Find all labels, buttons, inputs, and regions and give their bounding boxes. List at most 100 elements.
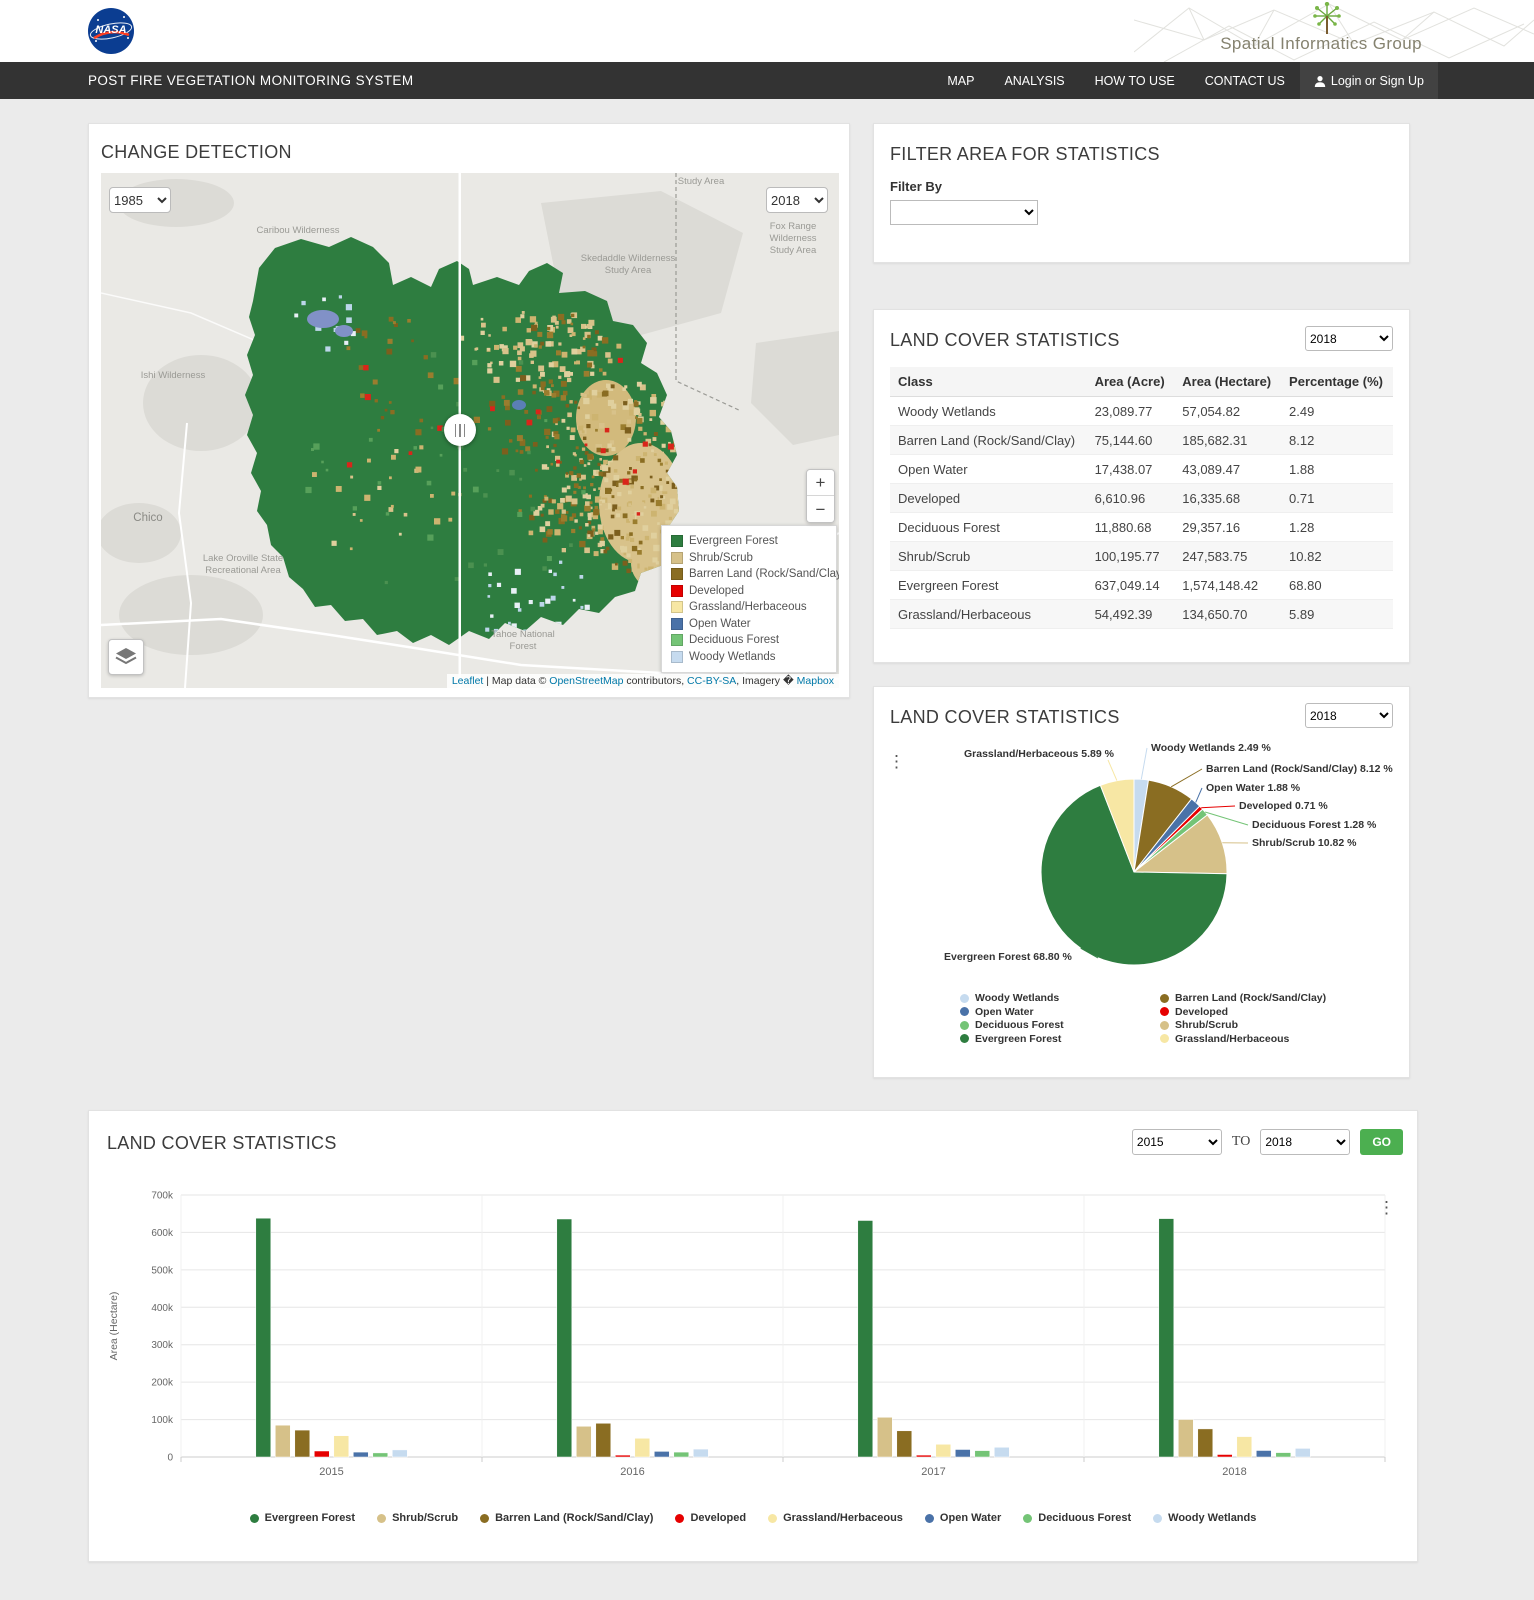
svg-text:100k: 100k — [151, 1415, 174, 1426]
bar-legend-item[interactable]: Evergreen Forest — [249, 1512, 355, 1524]
bar-2017[interactable] — [974, 1450, 991, 1458]
bar-2015[interactable] — [294, 1429, 311, 1458]
bar-2015[interactable] — [353, 1451, 369, 1458]
bar-2015[interactable] — [255, 1217, 272, 1458]
bar-2018[interactable] — [1217, 1454, 1233, 1458]
bar-2016[interactable] — [634, 1438, 651, 1458]
table-row: Open Water 17,438.07 43,089.47 1.88 — [890, 454, 1393, 484]
bar-legend-item[interactable]: Woody Wetlands — [1153, 1512, 1256, 1524]
bar-legend-item[interactable]: Shrub/Scrub — [377, 1512, 458, 1524]
table-header-row: Class Area (Acre) Area (Hectare) Percentage… — [890, 367, 1393, 397]
bar-legend-item[interactable]: Developed — [675, 1512, 746, 1524]
bar-2016[interactable] — [615, 1454, 631, 1458]
bar-2016[interactable] — [576, 1426, 592, 1458]
pie-legend-item[interactable]: Barren Land (Rock/Sand/Clay) — [1160, 992, 1410, 1005]
bar-2016[interactable] — [673, 1451, 690, 1458]
nav-item-map[interactable]: MAP — [932, 62, 989, 99]
legend-dot — [1160, 1034, 1169, 1044]
map-attribution: Leaflet | Map data © OpenStreetMap contr… — [446, 674, 839, 688]
bar-legend-item[interactable]: Open Water — [924, 1512, 1001, 1524]
left-year-select[interactable]: 1985 — [109, 187, 171, 213]
x-axis-category: 2016 — [620, 1466, 644, 1478]
bar-2016[interactable] — [556, 1218, 573, 1458]
table-row: Deciduous Forest 11,880.68 29,357.16 1.28 — [890, 512, 1393, 542]
bar-legend-item[interactable]: Grassland/Herbaceous — [768, 1512, 903, 1524]
attribution-link[interactable]: OpenStreetMap — [549, 675, 623, 687]
legend-label: Open Water — [689, 617, 751, 630]
legend-label: Woody Wetlands — [689, 650, 776, 663]
bar-2018[interactable] — [1295, 1448, 1311, 1458]
bar-2015[interactable] — [333, 1435, 350, 1458]
zoom-in-button[interactable]: + — [807, 470, 834, 496]
bar-2017[interactable] — [935, 1444, 952, 1458]
legend-label: Evergreen Forest — [689, 535, 778, 548]
y-axis-label: Area (Hectare) — [108, 1292, 120, 1361]
bar-2017[interactable] — [857, 1220, 874, 1458]
login-button[interactable]: Login or Sign Up — [1299, 62, 1438, 99]
bar-2017[interactable] — [955, 1449, 971, 1458]
svg-text:300k: 300k — [151, 1340, 174, 1351]
bar-2018[interactable] — [1275, 1452, 1292, 1458]
bar-2017[interactable] — [916, 1454, 932, 1458]
landcover-stats-bar-card: LAND COVER STATISTICS 2015 TO 2018 GO ⋮ … — [88, 1110, 1418, 1562]
pie-legend-item[interactable]: Woody Wetlands — [960, 992, 1160, 1005]
sig-logo[interactable]: Spatial Informatics Group — [1220, 0, 1422, 62]
bar-2015[interactable] — [275, 1424, 291, 1458]
bar-2016[interactable] — [595, 1423, 612, 1458]
chart-context-menu-icon[interactable]: ⋮ — [1378, 1199, 1395, 1216]
legend-dot — [1160, 1007, 1169, 1017]
legend-swatch — [671, 584, 683, 597]
legend-label: Woody Wetlands — [1168, 1512, 1257, 1524]
pie-legend-item[interactable]: Deciduous Forest — [960, 1019, 1160, 1032]
nav-item-analysis[interactable]: ANALYSIS — [989, 62, 1079, 99]
bar-legend-item[interactable]: Deciduous Forest — [1023, 1512, 1131, 1524]
pie-legend-item[interactable]: Grassland/Herbaceous — [1160, 1033, 1410, 1046]
pie-legend-item[interactable]: Evergreen Forest — [960, 1033, 1160, 1046]
year-range-controls: 2015 TO 2018 GO — [1131, 1129, 1403, 1155]
bar-2015[interactable] — [392, 1449, 408, 1458]
table-row: Shrub/Scrub 100,195.77 247,583.75 10.82 — [890, 541, 1393, 571]
bar-2017[interactable] — [877, 1417, 893, 1458]
layers-control[interactable] — [108, 639, 144, 675]
legend-label: Barren Land (Rock/Sand/Clay) — [689, 568, 839, 581]
attribution-link[interactable]: Leaflet — [452, 675, 484, 687]
pie-legend-item[interactable]: Open Water — [960, 1006, 1160, 1019]
from-year-select[interactable]: 2015 — [1131, 1129, 1222, 1155]
bar-2016[interactable] — [693, 1448, 709, 1458]
right-year-select[interactable]: 2018 — [766, 187, 828, 213]
comparison-map[interactable]: Caribou Wilderness Ishi Wilderness Skedadd… — [101, 173, 839, 688]
map-legend-item: Shrub/Scrub — [671, 550, 824, 567]
stats-year-select[interactable]: 2018 — [1305, 326, 1393, 351]
bar-2018[interactable] — [1236, 1436, 1253, 1458]
pie-year-select[interactable]: 2018 — [1305, 703, 1393, 728]
attribution-link[interactable]: CC-BY-SA — [687, 675, 736, 687]
pie-chart: Woody Wetlands 2.49 % Barren Land (Rock/S… — [890, 732, 1393, 990]
filter-by-label: Filter By — [890, 179, 943, 194]
filter-area-card: FILTER AREA FOR STATISTICS Filter By — [873, 123, 1410, 263]
compare-slider-handle[interactable] — [444, 414, 476, 446]
nav-item-contact-us[interactable]: CONTACT US — [1190, 62, 1300, 99]
bar-2018[interactable] — [1197, 1428, 1214, 1458]
nasa-logo[interactable]: NASA — [88, 8, 134, 54]
zoom-out-button[interactable]: − — [807, 496, 834, 522]
go-button[interactable]: GO — [1360, 1129, 1403, 1155]
to-year-select[interactable]: 2018 — [1260, 1129, 1351, 1155]
pie-legend-item[interactable]: Shrub/Scrub — [1160, 1019, 1410, 1032]
bar-2018[interactable] — [1178, 1419, 1194, 1458]
bar-2015[interactable] — [314, 1450, 330, 1458]
bar-2017[interactable] — [994, 1447, 1010, 1458]
nav-item-how-to-use[interactable]: HOW TO USE — [1080, 62, 1190, 99]
bar-2018[interactable] — [1256, 1450, 1272, 1458]
bar-2017[interactable] — [896, 1430, 913, 1458]
pie-legend-item[interactable]: Developed — [1160, 1006, 1410, 1019]
attribution-link[interactable]: Mapbox — [797, 675, 834, 687]
bar-2016[interactable] — [654, 1451, 670, 1458]
map-legend-item: Evergreen Forest — [671, 533, 824, 550]
bar-2015[interactable] — [372, 1452, 389, 1458]
filter-by-select[interactable] — [890, 200, 1038, 225]
bar-2018[interactable] — [1158, 1218, 1175, 1458]
layers-icon — [115, 648, 137, 665]
bar-legend-item[interactable]: Barren Land (Rock/Sand/Clay) — [480, 1512, 653, 1524]
stats-table-title: LAND COVER STATISTICS — [890, 330, 1120, 350]
legend-swatch — [671, 601, 683, 614]
